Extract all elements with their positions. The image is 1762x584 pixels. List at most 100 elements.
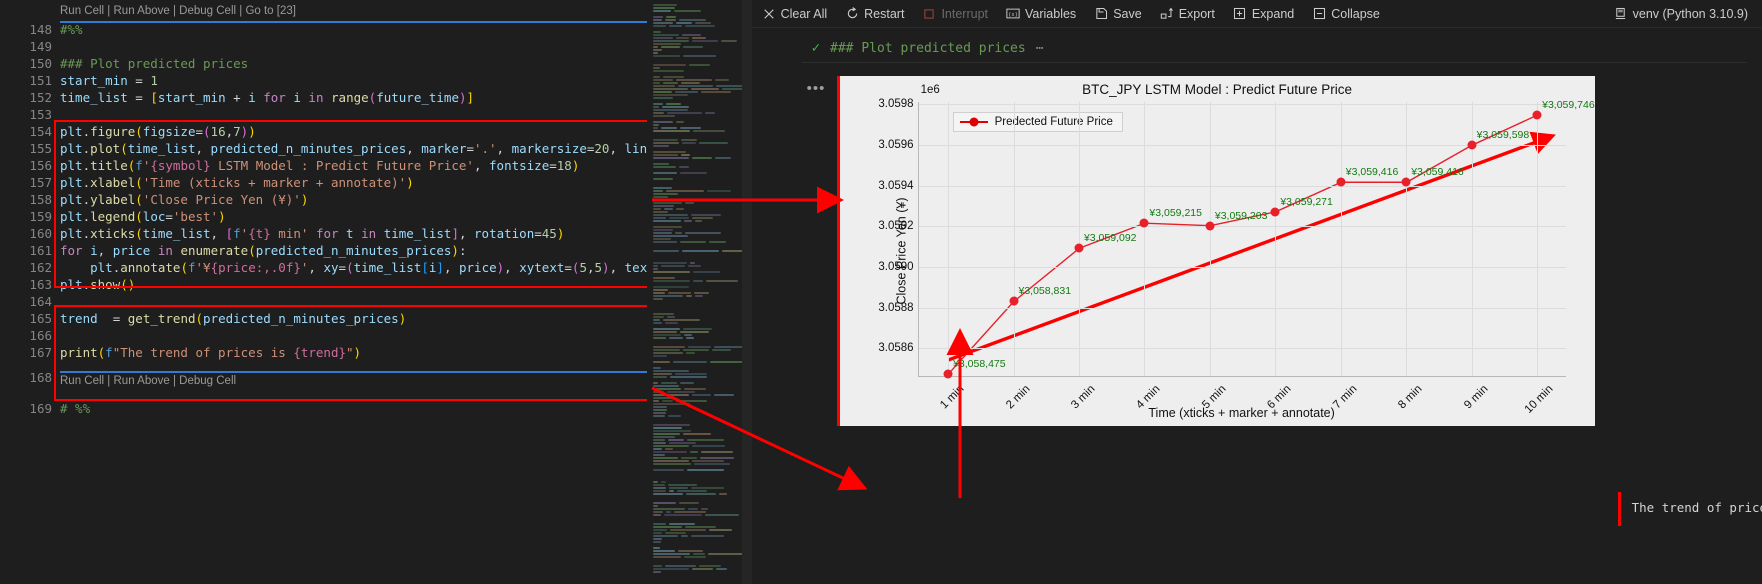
code-line[interactable]: 157 plt.xlabel('Time (xticks + marker + a… [0, 174, 647, 191]
codelens-top[interactable]: Run Cell | Run Above | Debug Cell | Go t… [60, 4, 296, 19]
minimap-row [676, 37, 690, 39]
minimap-row [653, 40, 690, 42]
minimap-row [653, 43, 682, 45]
minimap-row [700, 457, 735, 459]
cell-underline [801, 62, 1747, 63]
codelens-run-above[interactable]: Run Above [114, 5, 170, 17]
chart-ytick-label: 3.0590 [878, 261, 914, 273]
interrupt-button[interactable]: Interrupt [922, 7, 988, 21]
editor-split-gutter [741, 0, 752, 584]
editor-minimap[interactable] [647, 0, 742, 584]
kernel-selector[interactable]: venv (Python 3.10.9) [1614, 7, 1748, 21]
code-line[interactable]: 167 print(f"The trend of prices is {trend… [0, 344, 647, 361]
minimap-row [691, 88, 720, 90]
line-number: 150 [29, 56, 52, 71]
minimap-row [666, 190, 705, 192]
minimap-row [653, 550, 676, 552]
code-editor[interactable]: 148 #%% 149 150 ### Plot predicted prices 151… [0, 0, 648, 584]
cell-divider-top [60, 21, 648, 23]
minimap-row [676, 400, 708, 402]
code-line[interactable]: 169 # %% [0, 400, 647, 417]
chart-point-label: ¥3,059,203 [1214, 209, 1268, 222]
line-number: 149 [29, 39, 52, 54]
expand-button[interactable]: Expand [1233, 7, 1294, 21]
line-number: 153 [29, 107, 52, 122]
minimap-row [653, 268, 659, 270]
minimap-row [669, 490, 675, 492]
codelens-bottom[interactable]: Run Cell | Run Above | Debug Cell [60, 374, 236, 389]
minimap-row [653, 70, 685, 72]
minimap-row [710, 361, 742, 363]
minimap-row [683, 433, 712, 435]
line-text: # %% [60, 401, 91, 416]
minimap-row [653, 145, 670, 147]
code-line[interactable]: 152 time_list = [start_min + i for i in r… [0, 89, 647, 106]
cell-header[interactable]: ✓ ### Plot predicted prices ⋯ [812, 40, 1044, 56]
code-line[interactable]: 160 plt.xticks(time_list, [f'{t} min' for… [0, 225, 647, 242]
codelens-debug-cell[interactable]: Debug Cell [179, 5, 236, 17]
code-line[interactable]: 166 [0, 327, 647, 344]
minimap-row [694, 463, 731, 465]
minimap-row [653, 487, 667, 489]
clear-all-button[interactable]: Clear All [762, 7, 827, 21]
minimap-row [653, 151, 687, 153]
code-line[interactable]: 154 plt.figure(figsize=(16,7)) [0, 123, 647, 140]
code-line[interactable]: 153 [0, 106, 647, 123]
code-line[interactable]: 159 plt.legend(loc='best') [0, 208, 647, 225]
minimap-row [653, 190, 664, 192]
codelens-bottom-run-above[interactable]: Run Above [114, 375, 170, 387]
code-line[interactable]: 164 [0, 293, 647, 310]
minimap-row [653, 565, 663, 567]
minimap-row [653, 109, 689, 111]
cell-more-actions[interactable]: ••• [807, 80, 826, 97]
minimap-row [653, 178, 674, 180]
chart-point-label: ¥3,059,092 [1083, 232, 1137, 245]
codelens-go-to[interactable]: Go to [23] [245, 5, 296, 17]
code-line[interactable]: 162 plt.annotate(f'¥{price:,.0f}', xy=(t… [0, 259, 647, 276]
line-text: #%% [60, 22, 83, 37]
code-line[interactable]: 161 for i, price in enumerate(predicted_n… [0, 242, 647, 259]
line-text: time_list = [start_min + i for i in rang… [60, 90, 475, 105]
code-line[interactable]: 165 trend = get_trend(predicted_n_minutes… [0, 310, 647, 327]
line-number: 168 [29, 370, 52, 385]
kernel-label: venv (Python 3.10.9) [1632, 6, 1748, 21]
collapse-button[interactable]: Collapse [1312, 7, 1380, 21]
codelens-bottom-debug-cell[interactable]: Debug Cell [179, 375, 236, 387]
codelens-run-cell[interactable]: Run Cell [60, 5, 104, 17]
minimap-row [668, 415, 682, 417]
restart-icon [845, 7, 859, 21]
minimap-row [709, 241, 727, 243]
restart-button[interactable]: Restart [845, 7, 904, 21]
save-button[interactable]: Save [1094, 7, 1142, 21]
minimap-row [722, 88, 742, 90]
minimap-row [653, 430, 692, 432]
code-line[interactable]: 151 start_min = 1 [0, 72, 647, 89]
minimap-row [675, 232, 683, 234]
export-button[interactable]: Export [1160, 7, 1215, 21]
code-line[interactable]: 163 plt.show() [0, 276, 647, 293]
code-line[interactable]: 150 ### Plot predicted prices [0, 55, 647, 72]
minimap-row [676, 22, 693, 24]
minimap-row [681, 139, 698, 141]
code-line[interactable]: 149 [0, 38, 647, 55]
minimap-row [653, 448, 663, 450]
minimap-row [653, 445, 690, 447]
chart-gridline-v [1537, 102, 1539, 376]
minimap-row [684, 556, 707, 558]
line-number: 155 [29, 141, 52, 156]
minimap-row [653, 532, 663, 534]
code-line[interactable]: 155 plt.plot(time_list, predicted_n_minut… [0, 140, 647, 157]
minimap-row [693, 130, 726, 132]
code-line[interactable]: 156 plt.title(f'{symbol} LSTM Model : Pre… [0, 157, 647, 174]
minimap-row [653, 238, 672, 240]
variables-button[interactable]: (x) Variables [1006, 7, 1076, 21]
code-line[interactable]: 158 plt.ylabel('Close Price Yen (¥)') [0, 191, 647, 208]
minimap-row [680, 331, 710, 333]
code-line[interactable]: 148 #%% [0, 21, 647, 38]
minimap-row [709, 529, 733, 531]
line-number: 165 [29, 311, 52, 326]
save-label: Save [1113, 6, 1142, 21]
minimap-row [653, 493, 684, 495]
codelens-bottom-run-cell[interactable]: Run Cell [60, 375, 104, 387]
line-text: trend = get_trend(predicted_n_minutes_pr… [60, 311, 407, 326]
